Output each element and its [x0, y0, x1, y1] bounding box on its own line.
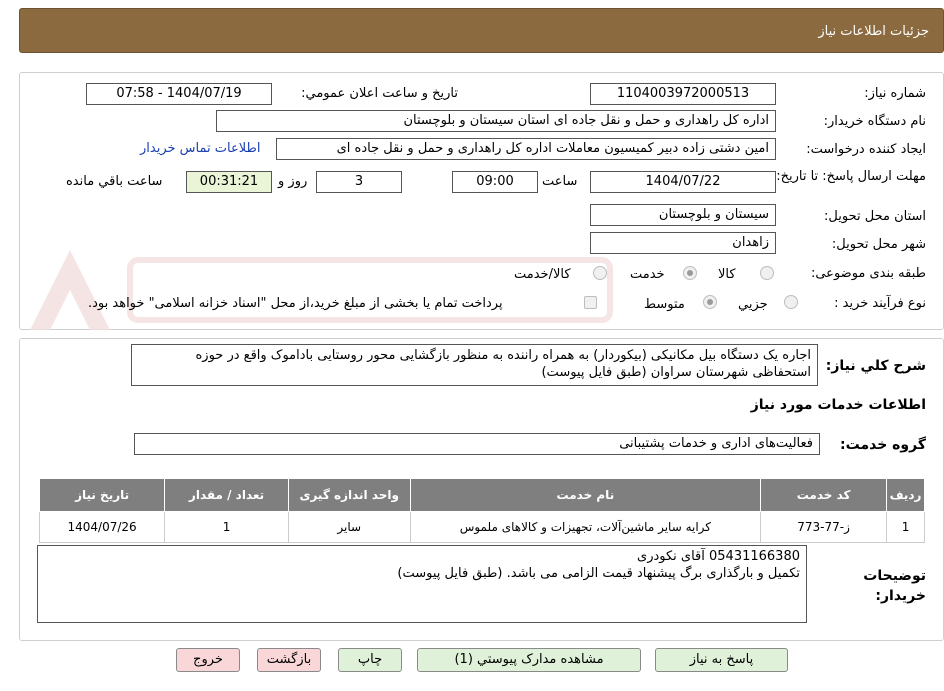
remaining-label: ساعت باقي مانده [66, 174, 163, 189]
category-option-service: خدمت [630, 267, 665, 282]
description-textarea[interactable]: اجاره یک دستگاه بیل مکانیکی (بیکوردار) ب… [131, 344, 818, 386]
buyer-notes-line-1: 05431166380 آقای نکودری [637, 549, 800, 564]
service-group-field[interactable]: فعالیت‌های اداری و خدمات پشتیبانی [134, 433, 820, 455]
buyer-notes-label: توضیحات خریدار: [863, 568, 926, 604]
print-button[interactable]: چاپ [338, 648, 402, 672]
buyer-org-label: نام دستگاه خریدار: [823, 114, 926, 129]
buyer-contact-link[interactable]: اطلاعات تماس خریدار [140, 141, 260, 156]
category-radio-goods[interactable] [760, 266, 774, 280]
process-label: نوع فرآیند خرید : [834, 296, 926, 311]
deadline-date-field[interactable]: 1404/07/22 [590, 171, 776, 193]
need-number-label: شماره نیاز: [864, 86, 926, 101]
cell-need-date: 1404/07/26 [38, 511, 166, 543]
reply-button[interactable]: پاسخ به نیاز [655, 648, 788, 672]
city-field[interactable]: زاهدان [590, 232, 776, 254]
table-header-row: ردیف کد خدمت نام خدمت واحد اندازه گیری ت… [38, 478, 925, 512]
col-service-code: کد خدمت [760, 478, 888, 512]
remaining-time-field: 00:31:21 [186, 171, 272, 193]
table-row[interactable]: 1 ز-77-773 کرایه سایر ماشین‌آلات، تجهیزا… [38, 511, 925, 543]
description-label: شرح کلي نیاز: [825, 358, 926, 374]
buyer-notes-line-2: تکمیل و بارگذاری برگ پیشنهاد قیمت الزامی… [397, 566, 800, 581]
buyer-notes-textarea[interactable]: 05431166380 آقای نکودری تکمیل و بارگذاری… [37, 545, 807, 623]
category-label: طبقه بندی موضوعی: [810, 266, 926, 281]
view-attachments-button[interactable]: مشاهده مدارک پیوستي (1) [417, 648, 641, 672]
province-label: استان محل تحویل: [824, 209, 926, 224]
col-quantity: تعداد / مقدار [164, 478, 289, 512]
days-label: روز و [278, 174, 308, 189]
process-radio-partial[interactable] [784, 295, 798, 309]
cell-quantity: 1 [164, 511, 289, 543]
requester-label: ایجاد کننده درخواست: [806, 142, 926, 157]
need-number-field[interactable]: 1104003972000513 [590, 83, 776, 105]
city-label: شهر محل تحویل: [831, 237, 926, 252]
process-option-partial: جزیي [738, 297, 768, 312]
page-title: جزئیات اطلاعات نیاز [818, 24, 929, 39]
services-table-wrapper: ردیف کد خدمت نام خدمت واحد اندازه گیری ت… [38, 478, 925, 543]
watermark-logo [30, 250, 613, 330]
col-service-name: نام خدمت [409, 478, 762, 512]
description-text: اجاره یک دستگاه بیل مکانیکی (بیکوردار) ب… [195, 348, 811, 380]
cell-service-code: ز-77-773 [760, 511, 888, 543]
back-button[interactable]: بازگشت [257, 648, 321, 672]
services-section-title: اطلاعات خدمات مورد نیاز [750, 397, 926, 413]
deadline-time-field[interactable]: 09:00 [452, 171, 538, 193]
cell-service-name: کرایه سایر ماشین‌آلات، تجهیزات و کالاهای… [409, 511, 762, 543]
deadline-hour-label: ساعت [542, 174, 578, 189]
treasury-payment-checkbox[interactable] [584, 296, 597, 309]
exit-button[interactable]: خروج [176, 648, 240, 672]
col-need-date: تاریخ نیاز [38, 478, 166, 512]
treasury-payment-note: پرداخت تمام یا بخشی از مبلغ خرید،از محل … [88, 296, 503, 311]
category-option-goods: کالا [718, 267, 736, 282]
announce-label: تاریخ و ساعت اعلان عمومي: [301, 86, 458, 101]
category-radio-goods-service[interactable] [593, 266, 607, 280]
buyer-org-field[interactable]: اداره کل راهداری و حمل و نقل جاده ای است… [216, 110, 776, 132]
announce-field[interactable]: 1404/07/19 - 07:58 [86, 83, 272, 105]
cell-row-number: 1 [886, 511, 925, 543]
col-row-number: ردیف [886, 478, 925, 512]
deadline-label: مهلت ارسال پاسخ: تا تاریخ: [776, 169, 926, 184]
requester-field[interactable]: امین دشتی زاده دبیر کمیسیون معاملات ادار… [276, 138, 776, 160]
process-option-medium: متوسط [644, 297, 685, 312]
col-unit: واحد اندازه گیری [287, 478, 411, 512]
page-header: جزئیات اطلاعات نیاز [19, 8, 944, 53]
process-radio-medium[interactable] [703, 295, 717, 309]
province-field[interactable]: سیستان و بلوچستان [590, 204, 776, 226]
category-option-goods-service: کالا/خدمت [514, 267, 571, 282]
category-radio-service[interactable] [683, 266, 697, 280]
days-field[interactable]: 3 [316, 171, 402, 193]
service-group-label: گروه خدمت: [840, 437, 926, 453]
services-table: ردیف کد خدمت نام خدمت واحد اندازه گیری ت… [38, 478, 925, 543]
cell-unit: سایر [287, 511, 411, 543]
